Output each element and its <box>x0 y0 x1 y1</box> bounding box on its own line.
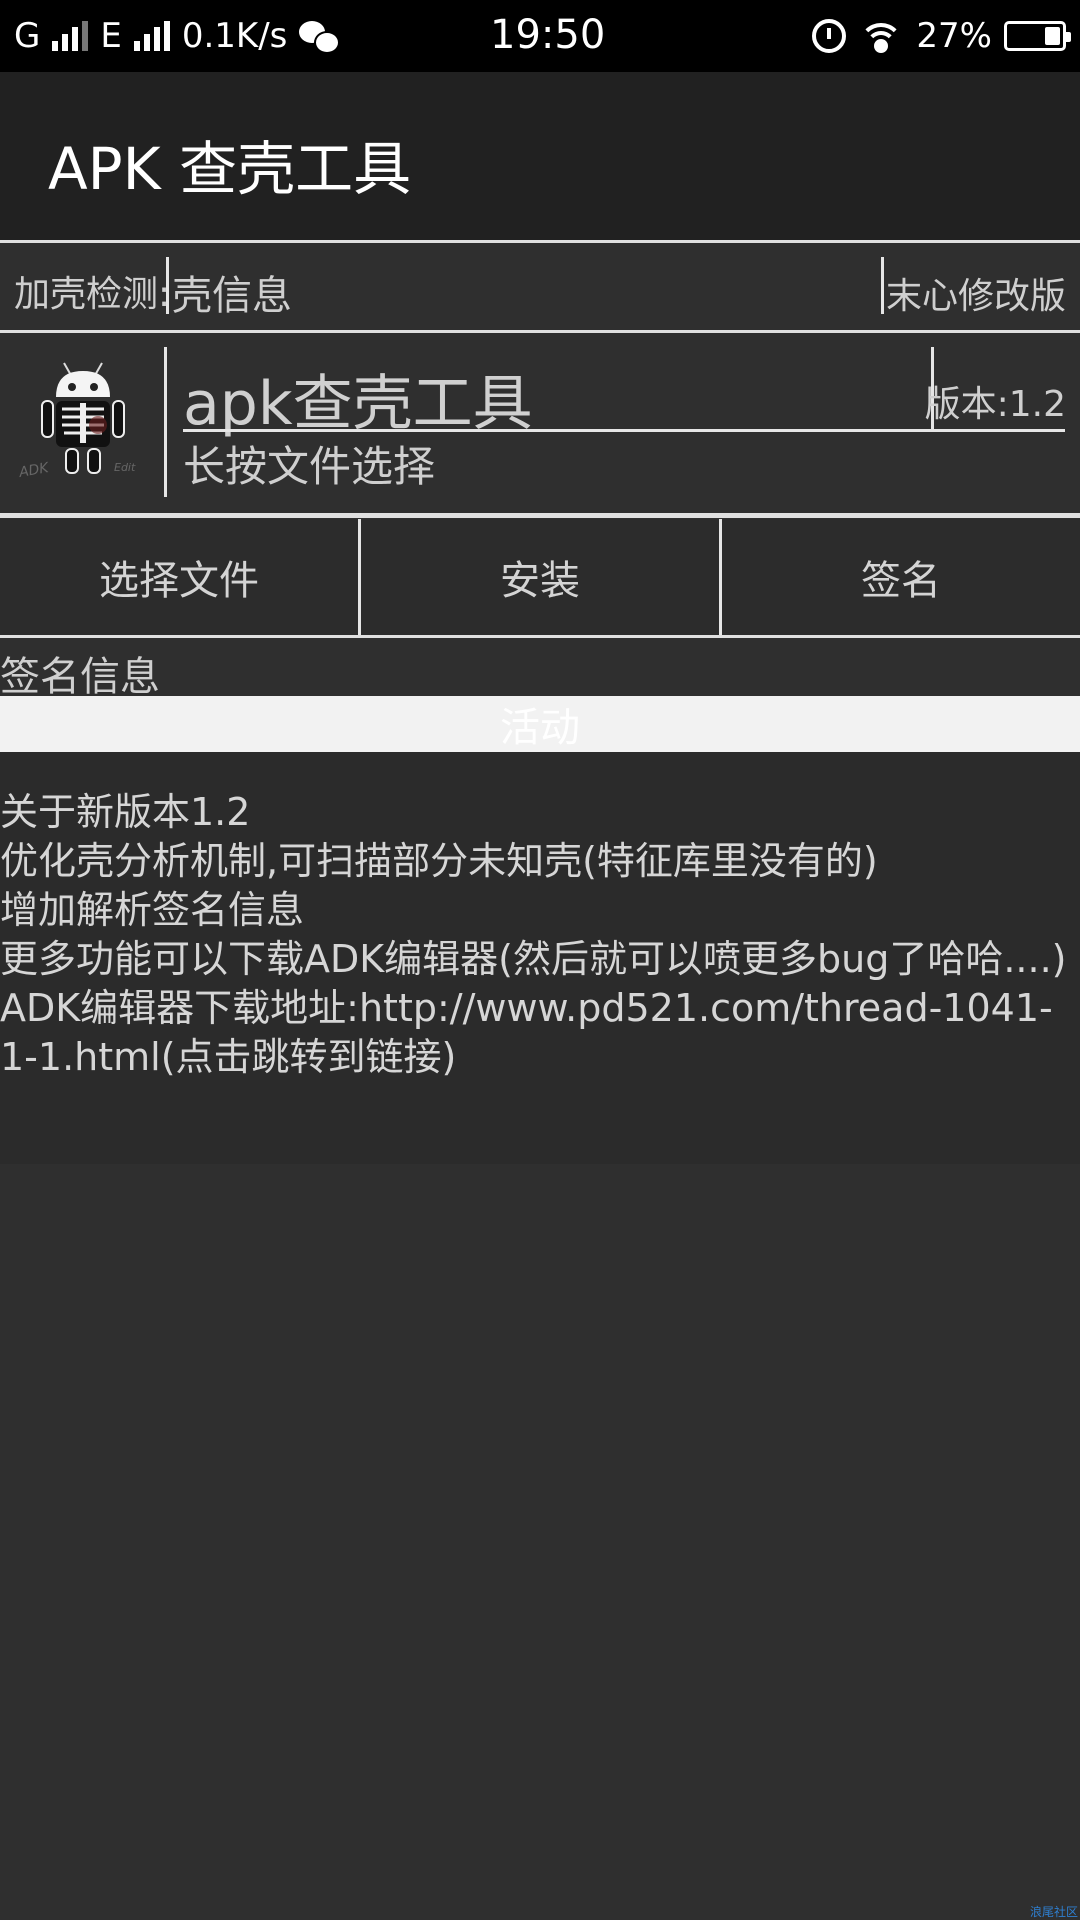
divider <box>164 347 167 497</box>
divider <box>166 257 169 314</box>
status-right: 27% <box>812 14 1071 58</box>
network-speed: 0.1K/s <box>181 16 288 56</box>
install-button[interactable]: 安装 <box>358 519 719 635</box>
signal-icon <box>133 21 170 51</box>
signature-info-label: 签名信息 <box>0 654 160 700</box>
status-left: G E 0.1K/s <box>14 14 341 58</box>
action-button-row: 选择文件 安装 签名 <box>0 519 1080 635</box>
release-note-line: 更多功能可以下载ADK编辑器(然后就可以喷更多bug了哈哈....) <box>0 937 1067 981</box>
clock: 19:50 <box>490 12 606 58</box>
wechat-icon <box>299 19 341 54</box>
android-skeleton-logo-icon: ADK Edit <box>18 362 136 481</box>
shell-info-value: 壳信息 <box>172 273 292 319</box>
signal-icon <box>52 21 89 51</box>
watermark: 浪尾社区 <box>1029 1905 1078 1919</box>
alarm-icon <box>812 19 847 53</box>
divider <box>881 257 884 314</box>
shell-detect-row: 加壳检测: 壳信息 末心修改版 <box>0 243 1080 330</box>
battery-percent: 27% <box>916 16 992 56</box>
shell-detect-label: 加壳检测: <box>14 274 171 315</box>
divider <box>183 429 1065 432</box>
apk-info-panel[interactable]: ADK Edit apk查壳工具 版本:1.2 长按文件选择 <box>0 333 1080 513</box>
release-note-line: 增加解析签名信息 <box>0 888 305 932</box>
activity-bar[interactable]: 活动 <box>0 696 1080 752</box>
svg-text:Edit: Edit <box>114 461 136 474</box>
network-type-1: G <box>14 16 41 56</box>
release-note-title: 关于新版本1.2 <box>0 790 251 834</box>
divider <box>0 513 1080 518</box>
release-notes: 关于新版本1.2 优化壳分析机制,可扫描部分未知壳(特征库里没有的) 增加解析签… <box>0 752 1080 1164</box>
sign-button[interactable]: 签名 <box>719 519 1080 635</box>
activity-label: 活动 <box>500 705 580 751</box>
select-file-button[interactable]: 选择文件 <box>0 519 358 635</box>
status-bar: G E 0.1K/s 19:50 27% <box>0 0 1080 72</box>
long-press-hint: 长按文件选择 <box>183 442 436 491</box>
release-note-line: 优化壳分析机制,可扫描部分未知壳(特征库里没有的) <box>0 839 878 883</box>
battery-icon <box>1004 21 1071 51</box>
screen: G E 0.1K/s 19:50 27% APK 查壳工具 加壳检测: 壳信息 … <box>0 0 1080 1920</box>
mod-version-label: 末心修改版 <box>885 276 1066 317</box>
download-link[interactable]: ADK编辑器下载地址:http://www.pd521.com/thread-1… <box>0 984 1080 1082</box>
svg-text:ADK: ADK <box>18 460 52 481</box>
divider <box>0 635 1080 638</box>
network-type-2: E <box>100 16 122 56</box>
app-title: APK 查壳工具 <box>48 135 412 203</box>
apk-version: 版本:1.2 <box>924 384 1066 425</box>
action-bar: APK 查壳工具 <box>0 72 1080 240</box>
wifi-icon <box>858 19 904 53</box>
